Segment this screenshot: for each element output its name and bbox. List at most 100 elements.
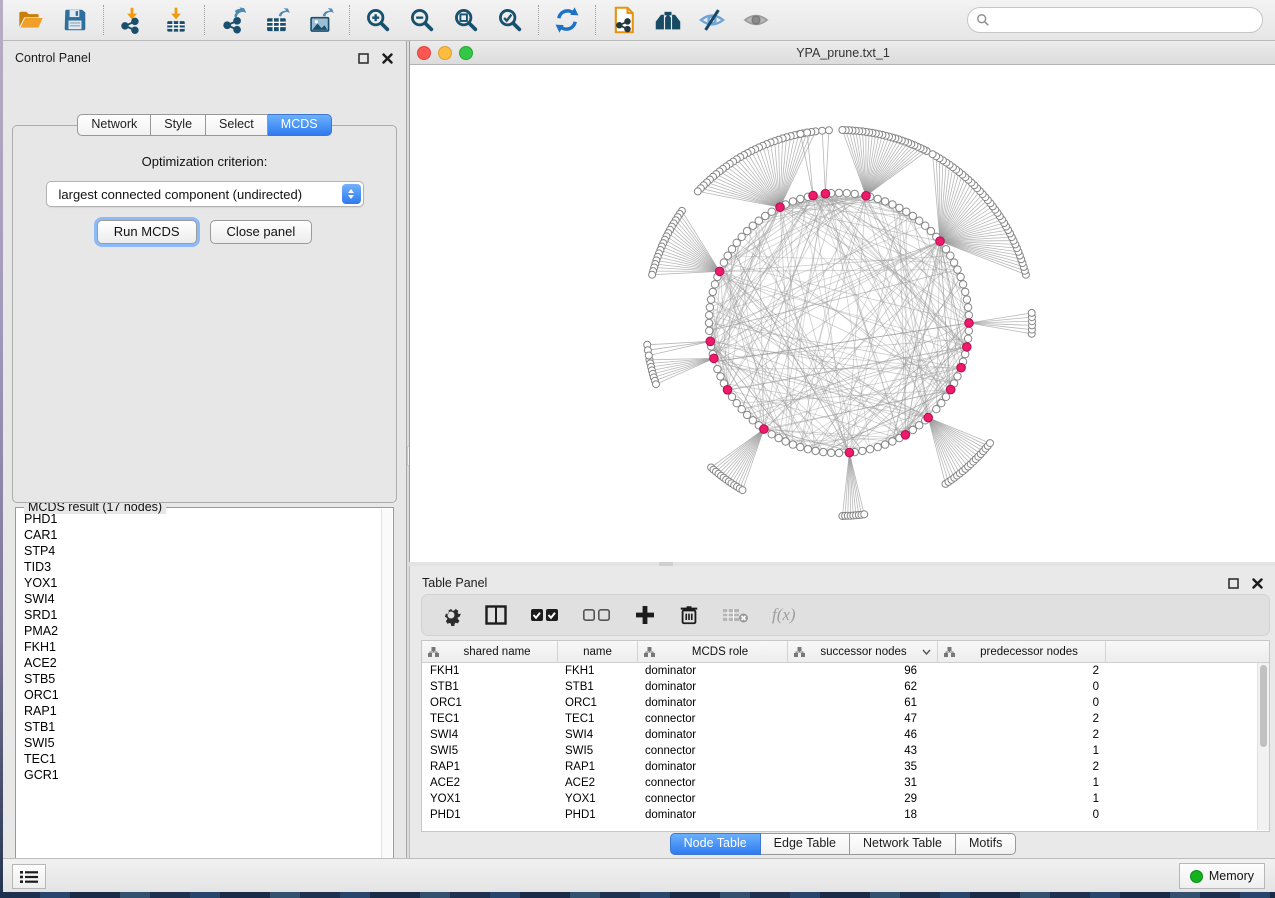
mcds-result-item[interactable]: STB1 <box>24 719 382 735</box>
export-image-button[interactable] <box>306 5 336 35</box>
graph-node[interactable] <box>828 449 835 456</box>
graph-node[interactable] <box>709 288 716 295</box>
graph-hub-node[interactable] <box>862 192 871 201</box>
graph-node[interactable] <box>903 208 910 215</box>
graph-node[interactable] <box>942 246 949 253</box>
select-all-button[interactable] <box>530 600 560 630</box>
graph-node[interactable] <box>889 438 896 445</box>
graph-node[interactable] <box>881 441 888 448</box>
mcds-result-item[interactable]: FKH1 <box>24 639 382 655</box>
mcds-result-item[interactable]: STP4 <box>24 543 382 559</box>
table-row[interactable]: FKH1FKH1dominator962 <box>422 663 1257 679</box>
graph-node[interactable] <box>649 271 656 278</box>
network-canvas[interactable] <box>410 65 1275 562</box>
graph-node[interactable] <box>762 212 769 219</box>
graph-hub-node[interactable] <box>901 431 910 440</box>
export-network-button[interactable] <box>218 5 248 35</box>
graph-node[interactable] <box>835 189 842 196</box>
graph-node[interactable] <box>706 327 713 334</box>
graph-node[interactable] <box>861 511 868 518</box>
graph-node[interactable] <box>706 304 713 311</box>
graph-node[interactable] <box>938 400 945 407</box>
graph-hub-node[interactable] <box>924 413 933 422</box>
graph-hub-node[interactable] <box>715 267 724 276</box>
hide-selected-button[interactable] <box>697 5 727 35</box>
tab-select[interactable]: Select <box>206 114 268 136</box>
table-row[interactable]: RAP1RAP1dominator352 <box>422 759 1257 775</box>
mcds-result-item[interactable]: PHD1 <box>24 511 382 527</box>
graph-node[interactable] <box>963 296 970 303</box>
graph-node[interactable] <box>851 190 858 197</box>
graph-node[interactable] <box>962 288 969 295</box>
float-table-panel-button[interactable] <box>1226 576 1240 590</box>
mcds-result-item[interactable]: YOX1 <box>24 575 382 591</box>
table-row[interactable]: ORC1ORC1dominator610 <box>422 695 1257 711</box>
delete-table-button[interactable] <box>722 600 750 630</box>
column-header-shared-name[interactable]: shared name <box>422 641 557 662</box>
graph-node[interactable] <box>950 259 957 266</box>
graph-node[interactable] <box>804 446 811 453</box>
graph-node[interactable] <box>964 304 971 311</box>
mcds-result-item[interactable]: CAR1 <box>24 527 382 543</box>
graph-node[interactable] <box>859 447 866 454</box>
new-network-from-selection-button[interactable] <box>609 5 639 35</box>
tab-mcds[interactable]: MCDS <box>268 114 332 136</box>
function-builder-button[interactable]: f(x) <box>772 600 796 630</box>
graph-node[interactable] <box>782 438 789 445</box>
zoom-out-button[interactable] <box>407 5 437 35</box>
graph-hub-node[interactable] <box>809 191 818 200</box>
close-panel-button[interactable] <box>380 51 394 65</box>
add-column-button[interactable] <box>634 600 656 630</box>
graph-node[interactable] <box>707 296 714 303</box>
scrollbar-thumb[interactable] <box>1260 665 1267 747</box>
table-tab-edge-table[interactable]: Edge Table <box>761 833 850 855</box>
graph-node[interactable] <box>835 449 842 456</box>
graph-node[interactable] <box>987 440 994 447</box>
graph-node[interactable] <box>797 195 804 202</box>
mcds-result-item[interactable]: ACE2 <box>24 655 382 671</box>
graph-node[interactable] <box>874 195 881 202</box>
graph-node[interactable] <box>866 446 873 453</box>
mcds-list-scrollbar[interactable] <box>381 509 392 880</box>
graph-hub-node[interactable] <box>965 319 974 328</box>
graph-node[interactable] <box>705 319 712 326</box>
graph-node[interactable] <box>706 312 713 319</box>
graph-node[interactable] <box>789 441 796 448</box>
graph-node[interactable] <box>714 365 721 372</box>
column-header-MCDS-role[interactable]: MCDS role <box>637 641 787 662</box>
graph-node[interactable] <box>954 266 961 273</box>
graph-node[interactable] <box>965 312 972 319</box>
export-table-button[interactable] <box>262 5 292 35</box>
mcds-result-item[interactable]: TID3 <box>24 559 382 575</box>
table-tab-motifs[interactable]: Motifs <box>956 833 1016 855</box>
graph-hub-node[interactable] <box>963 343 972 352</box>
graph-node[interactable] <box>909 426 916 433</box>
table-row[interactable]: PHD1PHD1dominator180 <box>422 807 1257 823</box>
graph-node[interactable] <box>720 259 727 266</box>
delete-columns-button[interactable] <box>678 600 700 630</box>
graph-node[interactable] <box>728 246 735 253</box>
graph-node[interactable] <box>645 352 652 359</box>
table-tab-network-table[interactable]: Network Table <box>850 833 956 855</box>
graph-node[interactable] <box>819 127 826 134</box>
graph-hub-node[interactable] <box>776 203 785 212</box>
mcds-result-item[interactable]: SWI4 <box>24 591 382 607</box>
float-panel-button[interactable] <box>356 51 370 65</box>
table-settings-button[interactable] <box>440 600 462 630</box>
graph-hub-node[interactable] <box>821 189 830 198</box>
graph-node[interactable] <box>717 373 724 380</box>
mcds-result-list[interactable]: PHD1CAR1STP4TID3YOX1SWI4SRD1PMA2FKH1ACE2… <box>17 511 382 880</box>
graph-node[interactable] <box>711 281 718 288</box>
graph-node[interactable] <box>909 212 916 219</box>
mcds-result-item[interactable]: SRD1 <box>24 607 382 623</box>
graph-node[interactable] <box>889 201 896 208</box>
graph-node[interactable] <box>896 204 903 211</box>
graph-node[interactable] <box>728 393 735 400</box>
graph-node[interactable] <box>694 188 701 195</box>
graph-node[interactable] <box>739 487 746 494</box>
graph-node[interactable] <box>812 447 819 454</box>
graph-hub-node[interactable] <box>946 385 955 394</box>
graph-node[interactable] <box>733 239 740 246</box>
graph-node[interactable] <box>1028 309 1035 316</box>
graph-node[interactable] <box>843 190 850 197</box>
